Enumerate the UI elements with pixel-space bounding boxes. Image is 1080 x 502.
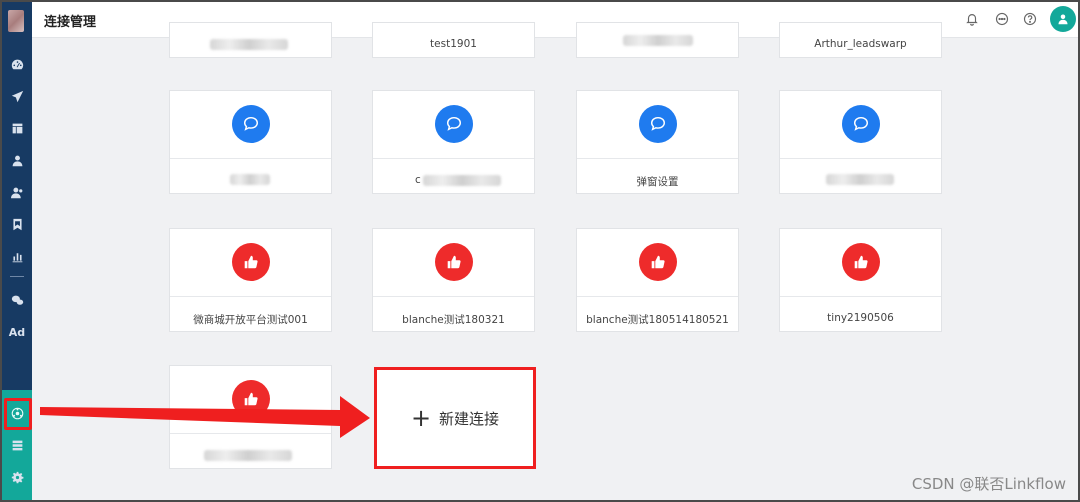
blurred-label (826, 174, 894, 185)
chat-bubble-icon (639, 105, 677, 143)
connection-card[interactable] (169, 22, 332, 58)
help-icon[interactable] (1022, 11, 1038, 27)
dashboard-icon[interactable] (2, 52, 32, 76)
connection-name: 微商城开放平台测试001 (193, 314, 308, 326)
new-connection-button[interactable]: + 新建连接 (374, 367, 536, 469)
bell-icon[interactable] (964, 11, 980, 27)
blurred-label (204, 450, 292, 461)
new-connection-label: 新建连接 (439, 409, 500, 428)
connection-card[interactable]: Arthur_leadswarp (779, 22, 942, 58)
connection-card[interactable]: 微商城开放平台测试001 (169, 228, 332, 332)
connection-card[interactable]: c (372, 90, 535, 194)
connection-name: blanche测试180321 (402, 314, 505, 326)
wechat-icon[interactable] (2, 288, 32, 312)
ad-icon[interactable]: Ad (2, 320, 32, 344)
send-icon[interactable] (2, 84, 32, 108)
thumbs-up-icon (435, 243, 473, 281)
connection-card[interactable]: blanche测试180321 (372, 228, 535, 332)
bookmark-icon[interactable] (2, 212, 32, 236)
connection-card[interactable]: tiny2190506 (779, 228, 942, 332)
app-logo (8, 10, 24, 32)
connection-card[interactable]: 弹窗设置 (576, 90, 739, 194)
ad-icon-label: Ad (8, 325, 26, 339)
user-icon[interactable] (2, 148, 32, 172)
blurred-label (423, 175, 501, 186)
blurred-label (210, 39, 288, 50)
connection-card[interactable] (576, 22, 739, 58)
chat-bubble-icon (435, 105, 473, 143)
chat-bubble-icon (842, 105, 880, 143)
bar-chart-icon[interactable] (2, 244, 32, 268)
thumbs-up-icon (639, 243, 677, 281)
page-title: 连接管理 (44, 15, 97, 30)
gear-icon[interactable] (2, 465, 32, 489)
chat-bubble-icon (232, 105, 270, 143)
user-icon (1058, 14, 1068, 25)
blurred-label (623, 35, 693, 46)
watermark: CSDN @联否Linkflow (911, 475, 1066, 493)
plus-icon: + (410, 404, 432, 432)
users-icon[interactable] (2, 180, 32, 204)
connection-name: Arthur_leadswarp (814, 38, 907, 50)
connection-name: test1901 (430, 38, 477, 50)
connection-card[interactable] (779, 90, 942, 194)
chat-icon[interactable] (994, 11, 1010, 27)
active-nav-highlight (4, 398, 32, 430)
connection-card[interactable]: test1901 (372, 22, 535, 58)
connection-name: blanche测试180514180521 (586, 314, 729, 326)
avatar[interactable] (1050, 6, 1076, 32)
connection-card[interactable] (169, 365, 332, 469)
thumbs-up-icon (232, 243, 270, 281)
sidebar-divider (10, 276, 24, 277)
layout-icon[interactable] (2, 116, 32, 140)
blurred-label (230, 174, 270, 185)
server-icon[interactable] (2, 433, 32, 457)
connection-name: 弹窗设置 (636, 176, 679, 188)
sidebar: Ad (2, 2, 32, 500)
app-window: Ad 连接管理 test1901 Arthur_leadswarp c 弹窗设置… (2, 2, 1078, 500)
connection-card[interactable]: blanche测试180514180521 (576, 228, 739, 332)
thumbs-up-icon (842, 243, 880, 281)
connection-name: tiny2190506 (827, 312, 894, 324)
thumbs-up-icon (232, 380, 270, 418)
connection-card[interactable] (169, 90, 332, 194)
